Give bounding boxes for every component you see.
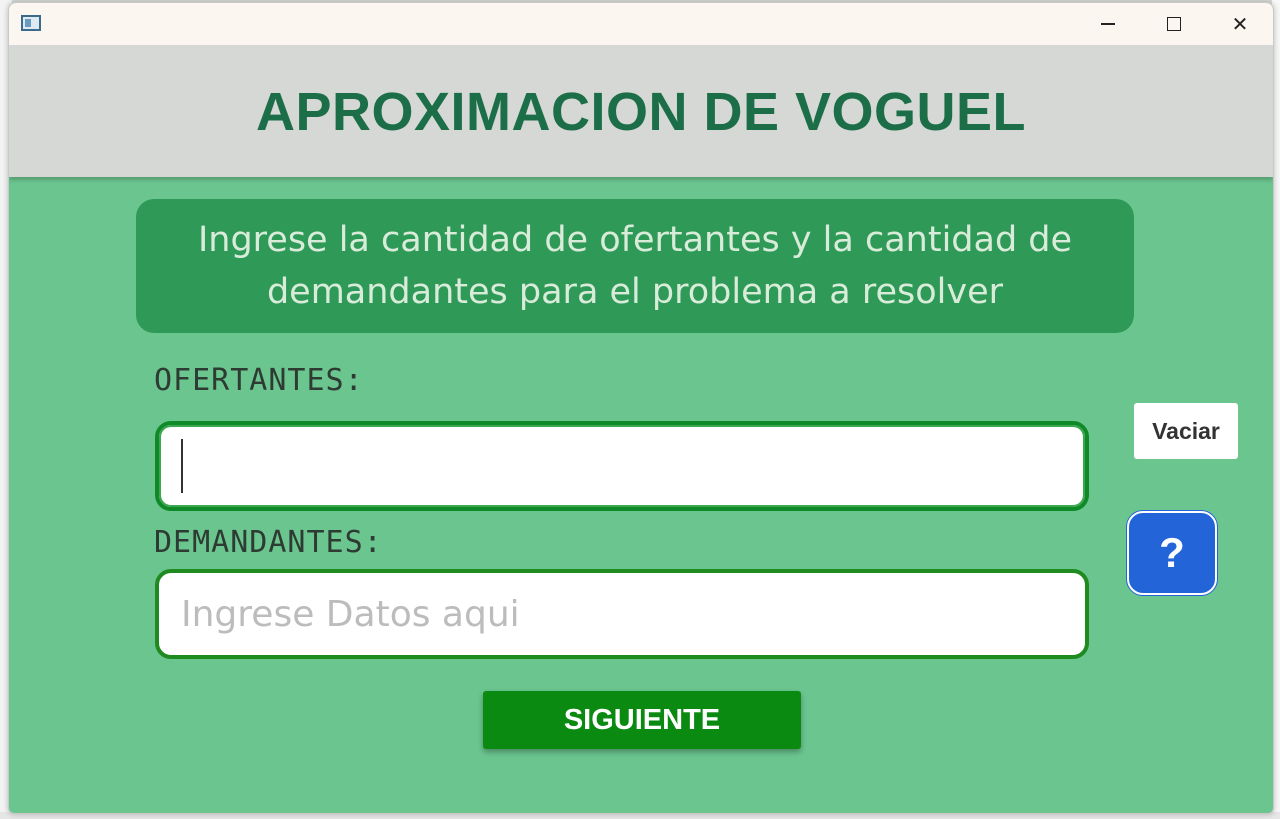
clear-button[interactable]: Vaciar: [1134, 403, 1238, 459]
title-bar[interactable]: ✕: [9, 3, 1273, 45]
ofertantes-input[interactable]: [155, 421, 1089, 511]
minimize-icon: [1101, 23, 1115, 25]
minimize-button[interactable]: [1075, 3, 1141, 45]
demandantes-input[interactable]: [155, 569, 1089, 659]
close-icon: ✕: [1231, 12, 1249, 36]
header-banner: APROXIMACION DE VOGUEL: [9, 45, 1273, 177]
page-title: APROXIMACION DE VOGUEL: [255, 82, 1027, 142]
app-window-icon: [21, 15, 41, 31]
app-window: ✕ APROXIMACION DE VOGUEL Ingrese la cant…: [8, 2, 1274, 814]
text-caret: [181, 439, 183, 493]
instructions-panel: Ingrese la cantidad de ofertantes y la c…: [136, 199, 1134, 333]
demandantes-label: DEMANDANTES:: [154, 525, 383, 560]
ofertantes-label: OFERTANTES:: [154, 363, 364, 398]
help-button[interactable]: ?: [1127, 511, 1217, 595]
close-button[interactable]: ✕: [1207, 3, 1273, 45]
maximize-button[interactable]: [1141, 3, 1207, 45]
instructions-text: Ingrese la cantidad de ofertantes y la c…: [197, 220, 1073, 312]
next-button[interactable]: SIGUIENTE: [483, 691, 801, 749]
maximize-icon: [1167, 17, 1181, 31]
question-mark-icon: ?: [1159, 529, 1185, 576]
